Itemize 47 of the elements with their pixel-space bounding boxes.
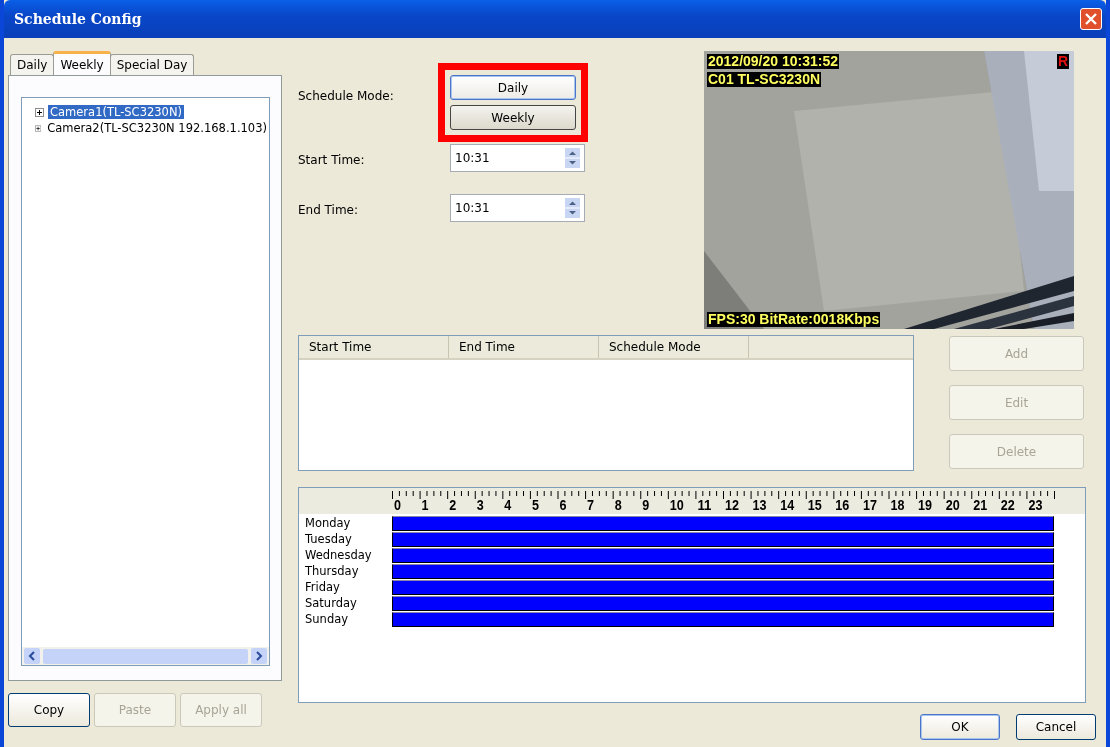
day-label: Friday [304, 580, 341, 594]
schedule-bar[interactable] [392, 611, 1054, 627]
column-header[interactable]: Start Time [299, 336, 449, 358]
column-header[interactable]: Schedule Mode [599, 336, 749, 358]
tab[interactable]: Weekly [53, 51, 111, 75]
spinner-icon[interactable] [565, 148, 580, 168]
scroll-left-icon[interactable] [24, 648, 40, 664]
day-label: Sunday [304, 612, 350, 626]
close-button[interactable] [1080, 8, 1102, 30]
column-header[interactable]: End Time [449, 336, 599, 358]
window-title: Schedule Config [14, 11, 142, 27]
day-label: Tuesday [304, 532, 353, 546]
panel-button[interactable]: Copy [8, 693, 90, 727]
video-timestamp: 2012/09/20 10:31:52 [707, 54, 839, 69]
expand-icon[interactable] [35, 107, 44, 117]
schedule-bar[interactable] [392, 547, 1054, 563]
stream-stats: FPS:30 BitRate:0018Kbps [707, 312, 881, 327]
tab[interactable]: Special Day [109, 54, 195, 75]
day-label: Monday [304, 516, 352, 530]
dialog-button[interactable]: Cancel [1016, 714, 1096, 740]
schedule-bar[interactable] [392, 579, 1054, 595]
day-label: Thursday [304, 564, 360, 578]
close-icon [1084, 12, 1098, 26]
tree-item[interactable]: Camera1(TL-SC3230N) [48, 105, 184, 119]
schedule-bar[interactable] [392, 563, 1054, 579]
schedule-bar[interactable] [392, 595, 1054, 611]
time-field[interactable]: 10:31 [450, 144, 585, 172]
camera-name: C01 TL-SC3230N [707, 72, 822, 87]
schedule-bar[interactable] [392, 531, 1054, 547]
scroll-right-icon[interactable] [251, 648, 267, 664]
time-field[interactable]: 10:31 [450, 194, 585, 222]
spinner-icon[interactable] [565, 198, 580, 218]
schedule-bar[interactable] [392, 515, 1054, 531]
day-label: Wednesday [304, 548, 373, 562]
field-label: End Time: [298, 202, 360, 217]
tree-item[interactable]: Camera2(TL-SC3230N 192.168.1.103) [45, 121, 269, 135]
field-label: Schedule Mode: [298, 88, 395, 103]
expand-icon[interactable] [35, 123, 42, 133]
day-label: Saturday [304, 596, 358, 610]
tab[interactable]: Daily [10, 54, 55, 75]
horizontal-scrollbar[interactable] [22, 647, 269, 665]
mode-button[interactable]: Daily [450, 75, 576, 100]
mode-button[interactable]: Weekly [450, 105, 576, 130]
dialog-button[interactable]: OK [920, 714, 1000, 740]
field-label: Start Time: [298, 152, 366, 167]
hour-ruler: 0 1 2 3 4 5 6 7 8 9 10 11 12 13 14 15 16 17 18 19 20 21 22 23 [392, 488, 1064, 514]
scrollbar-thumb[interactable] [43, 648, 248, 664]
